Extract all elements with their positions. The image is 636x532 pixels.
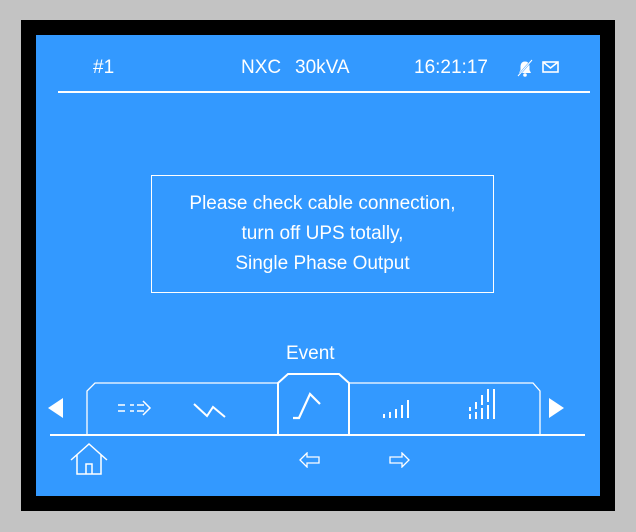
unit-id: #1	[93, 57, 115, 78]
right-arrow-icon[interactable]	[388, 452, 410, 468]
home-icon[interactable]	[69, 442, 109, 476]
event-waveform-icon[interactable]	[290, 388, 326, 424]
message-line-2: turn off UPS totally,	[241, 223, 404, 244]
ups-screen: #1 NXC 30kVA 16:21:17 Please check cable…	[36, 35, 600, 496]
small-bar-graph-icon[interactable]	[381, 395, 421, 421]
ups-rating: 30kVA	[295, 57, 350, 78]
left-arrow-icon[interactable]	[299, 452, 321, 468]
flow-arrows-icon[interactable]	[116, 399, 158, 417]
footer-divider	[50, 434, 585, 436]
muted-bell-icon[interactable]	[515, 58, 535, 78]
active-tab-caption: Event	[286, 343, 335, 364]
message-box: Please check cable connection, turn off …	[151, 175, 494, 293]
ups-model: NXC	[241, 57, 282, 78]
zigzag-waveform-icon[interactable]	[191, 401, 233, 419]
message-line-1: Please check cable connection,	[189, 193, 456, 214]
message-line-3: Single Phase Output	[235, 253, 410, 274]
scroll-left-arrow[interactable]	[48, 398, 63, 418]
header-divider	[58, 91, 590, 93]
envelope-icon[interactable]	[542, 60, 559, 74]
large-bar-graph-icon[interactable]	[466, 387, 506, 421]
scroll-right-arrow[interactable]	[549, 398, 564, 418]
clock-time: 16:21:17	[414, 57, 488, 78]
